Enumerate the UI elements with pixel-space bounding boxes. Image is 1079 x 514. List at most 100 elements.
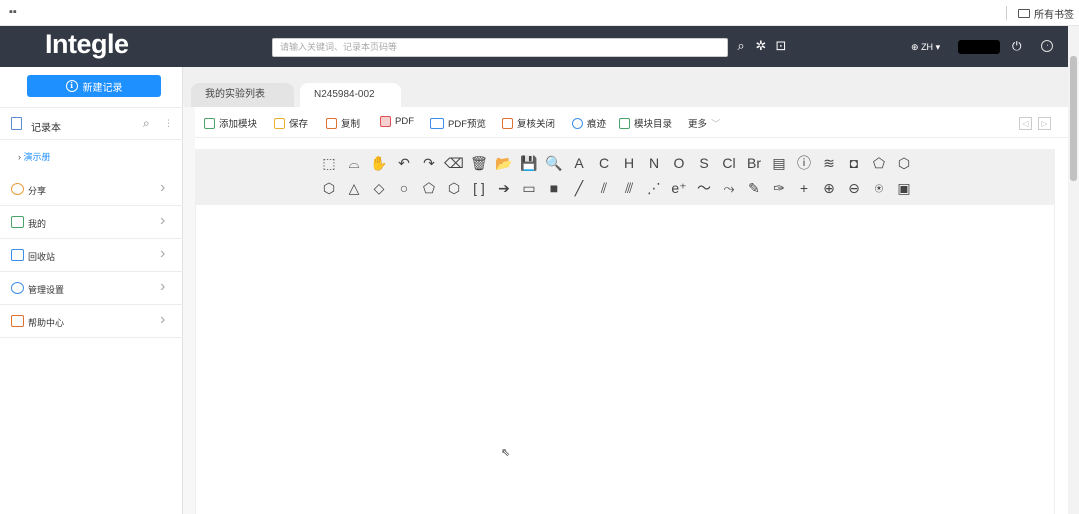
chem-tool-1-0[interactable]: ⬚ bbox=[319, 153, 339, 173]
toolbar-label: 添加模块 bbox=[219, 119, 258, 130]
module-nav: ◁ ▷ bbox=[1019, 117, 1051, 130]
copy-button[interactable]: 复制 bbox=[326, 116, 360, 130]
chem-tool-2-5[interactable]: ⬡ bbox=[444, 178, 464, 198]
chem-tool-1-8[interactable]: 💾 bbox=[519, 153, 539, 173]
chem-tool-1-22[interactable]: ⬠ bbox=[869, 153, 889, 173]
chem-tool-1-3[interactable]: ↶ bbox=[394, 153, 414, 173]
chem-tool-2-20[interactable]: ⊕ bbox=[819, 178, 839, 198]
demo-notebook-link[interactable]: › 演示册 bbox=[18, 150, 51, 163]
sidebar-item-settings[interactable]: 管理设置 › bbox=[0, 272, 183, 305]
chem-tool-1-15[interactable]: S bbox=[694, 153, 714, 173]
chem-tool-1-21[interactable]: ◘ bbox=[844, 153, 864, 173]
save-icon bbox=[274, 117, 285, 129]
new-record-button[interactable]: ℹ 新建记录 bbox=[27, 75, 161, 97]
power-icon[interactable]: ⏻ bbox=[1012, 39, 1022, 54]
chem-tool-1-16[interactable]: Cl bbox=[719, 153, 739, 173]
recycle-bin-icon bbox=[11, 249, 24, 261]
module-directory-button[interactable]: 模块目录 bbox=[619, 116, 672, 130]
chem-tool-1-4[interactable]: ↷ bbox=[419, 153, 439, 173]
sidebar-item-recycle[interactable]: 回收站 › bbox=[0, 239, 183, 272]
apps-grid-icon[interactable]: ▪▪ bbox=[9, 6, 17, 18]
chem-tool-2-22[interactable]: ⍟ bbox=[869, 178, 889, 198]
notebook-label: 记录本 bbox=[31, 123, 61, 134]
chem-tool-2-15[interactable]: 〜 bbox=[694, 178, 714, 198]
chem-tool-2-14[interactable]: e⁺ bbox=[669, 178, 689, 198]
chem-tool-2-18[interactable]: ✑ bbox=[769, 178, 789, 198]
chem-tool-1-2[interactable]: ✋ bbox=[369, 153, 389, 173]
chem-tool-1-11[interactable]: C bbox=[594, 153, 614, 173]
save-button[interactable]: 保存 bbox=[274, 116, 308, 130]
notebook-search-icon[interactable]: ⌕ bbox=[143, 116, 150, 131]
caret-down-icon: ▾ bbox=[935, 42, 941, 52]
structure-search-icon[interactable]: ✲ bbox=[754, 39, 768, 53]
all-bookmarks-button[interactable]: 所有书签 bbox=[1018, 6, 1074, 21]
chem-tool-2-21[interactable]: ⊖ bbox=[844, 178, 864, 198]
avatar[interactable]: ◔ bbox=[1041, 40, 1053, 52]
content-gutter bbox=[183, 107, 195, 514]
chem-canvas[interactable] bbox=[195, 205, 1055, 514]
sidebar-item-mine[interactable]: 我的 › bbox=[0, 206, 183, 239]
advanced-search-icon[interactable]: ⊡ bbox=[774, 39, 788, 53]
language-selector[interactable]: ⊕ ZH ▾ bbox=[911, 42, 940, 53]
chem-tool-2-10[interactable]: ╱ bbox=[569, 178, 589, 198]
sidebar-item-label: 回收站 bbox=[28, 252, 56, 262]
chem-tool-1-19[interactable]: ⓘ bbox=[794, 153, 814, 173]
search-input[interactable]: 请输入关键词、记录本页码等 bbox=[272, 38, 728, 57]
chem-tool-1-10[interactable]: A bbox=[569, 153, 589, 173]
chem-tool-2-1[interactable]: △ bbox=[344, 178, 364, 198]
chem-tool-2-17[interactable]: ✎ bbox=[744, 178, 764, 198]
sidebar-item-share[interactable]: 分享 › bbox=[0, 173, 183, 206]
trace-button[interactable]: 痕迹 bbox=[572, 116, 606, 130]
chem-tool-1-7[interactable]: 📂 bbox=[494, 153, 514, 173]
chem-tool-2-3[interactable]: ○ bbox=[394, 178, 414, 198]
chem-tool-1-18[interactable]: ▤ bbox=[769, 153, 789, 173]
chem-tool-1-5[interactable]: ⌫ bbox=[444, 153, 464, 173]
page-scrollbar[interactable] bbox=[1068, 26, 1079, 514]
more-menu-button[interactable]: 更多 ﹀ bbox=[688, 116, 721, 130]
chem-tool-1-9[interactable]: 🔍 bbox=[544, 153, 564, 173]
chem-tool-1-20[interactable]: ≋ bbox=[819, 153, 839, 173]
chem-tool-2-23[interactable]: ▣ bbox=[894, 178, 914, 198]
pdf-button[interactable]: PDF bbox=[380, 116, 414, 127]
chem-tool-2-0[interactable]: ⬡ bbox=[319, 178, 339, 198]
chem-tool-2-4[interactable]: ⬠ bbox=[419, 178, 439, 198]
directory-icon bbox=[619, 117, 630, 129]
chem-tool-2-16[interactable]: ⤳ bbox=[719, 178, 739, 198]
add-module-button[interactable]: 添加模块 bbox=[204, 116, 257, 130]
chem-tool-1-17[interactable]: Br bbox=[744, 153, 764, 173]
sidebar-item-label: 帮助中心 bbox=[28, 318, 65, 328]
scrollbar-thumb[interactable] bbox=[1070, 56, 1077, 181]
chem-tool-2-11[interactable]: ⫽ bbox=[594, 178, 614, 198]
chem-tool-2-9[interactable]: ■ bbox=[544, 178, 564, 198]
chem-tool-2-6[interactable]: [ ] bbox=[469, 178, 489, 198]
chem-tool-2-8[interactable]: ▭ bbox=[519, 178, 539, 198]
all-bookmarks-label: 所有书签 bbox=[1034, 10, 1074, 21]
prev-arrow-icon[interactable]: ◁ bbox=[1019, 117, 1032, 130]
chem-tool-1-12[interactable]: H bbox=[619, 153, 639, 173]
chem-tool-1-14[interactable]: O bbox=[669, 153, 689, 173]
user-name-redacted[interactable] bbox=[958, 40, 1000, 54]
chem-tool-2-19[interactable]: + bbox=[794, 178, 814, 198]
chem-tool-1-1[interactable]: ⌓ bbox=[344, 153, 364, 173]
chem-tool-1-23[interactable]: ⬡ bbox=[894, 153, 914, 173]
chem-tool-2-12[interactable]: ⫻ bbox=[619, 178, 639, 198]
tab-record[interactable]: N245984-002 × bbox=[300, 83, 401, 124]
more-dots-icon[interactable]: ⋮ bbox=[164, 118, 173, 129]
chem-tool-1-6[interactable]: 🗑 bbox=[469, 153, 489, 173]
sidebar-item-help[interactable]: 帮助中心 › bbox=[0, 305, 183, 338]
chem-tool-2-13[interactable]: ⋰ bbox=[644, 178, 664, 198]
app-logo[interactable]: Integle bbox=[45, 29, 129, 60]
toolbar-label: 模块目录 bbox=[634, 119, 673, 130]
tab-experiment-list[interactable]: 我的实验列表(14) bbox=[191, 83, 294, 124]
chem-tool-1-13[interactable]: N bbox=[644, 153, 664, 173]
chem-tool-2-7[interactable]: ➔ bbox=[494, 178, 514, 198]
next-arrow-icon[interactable]: ▷ bbox=[1038, 117, 1051, 130]
tab-label: N245984-002 bbox=[314, 89, 375, 100]
pdf-preview-button[interactable]: PDF预览 bbox=[430, 116, 486, 130]
new-record-label: 新建记录 bbox=[82, 82, 123, 94]
bookmarks-bar: ▪▪ 所有书签 bbox=[0, 0, 1079, 26]
review-close-button[interactable]: 复核关闭 bbox=[502, 116, 555, 130]
search-icon[interactable]: ⌕ bbox=[734, 39, 748, 53]
chem-tool-2-2[interactable]: ◇ bbox=[369, 178, 389, 198]
record-toolbar: 添加模块 保存 复制 PDF PDF预览 复核关闭 痕迹 模块目录 更多 ﹀ bbox=[195, 107, 1068, 138]
